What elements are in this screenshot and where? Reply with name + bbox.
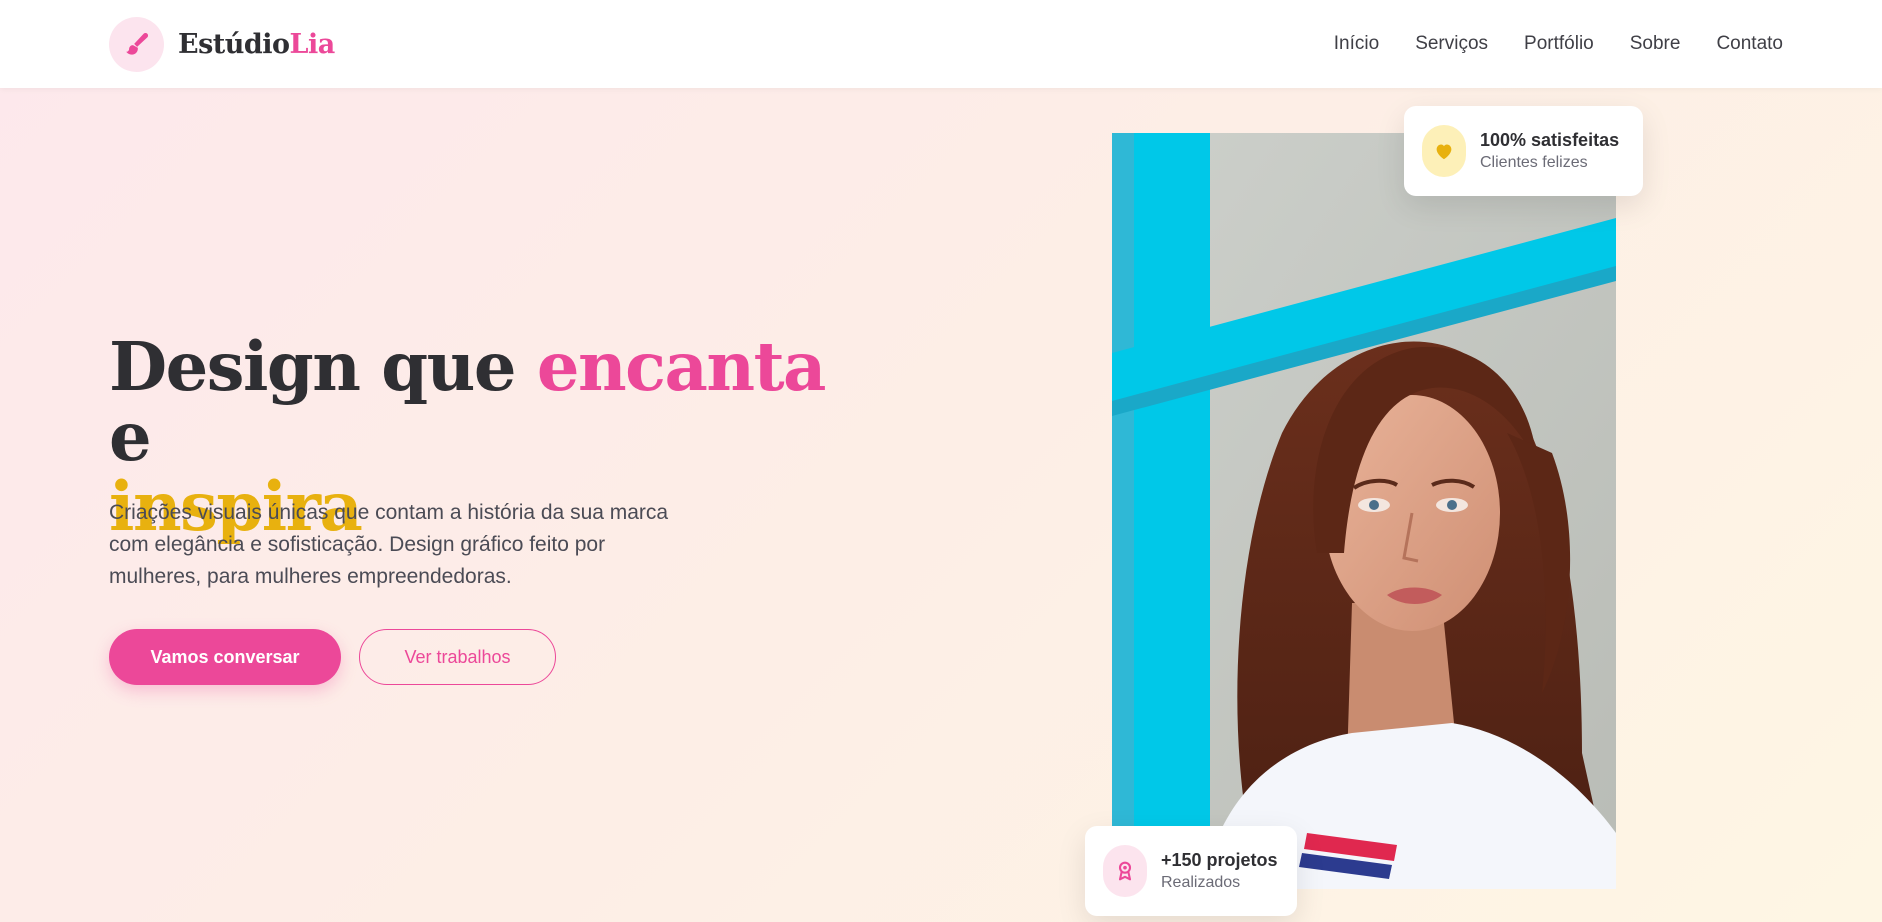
brand-logo[interactable]: EstúdioLia <box>109 16 335 72</box>
stat-card-satisfaction: 100% satisfeitas Clientes felizes <box>1404 106 1643 196</box>
heart-icon <box>1422 125 1466 177</box>
paintbrush-icon <box>109 16 164 72</box>
brand-name: EstúdioLia <box>178 28 335 60</box>
site-header: EstúdioLia Início Serviços Portfólio Sob… <box>0 0 1882 88</box>
view-work-button[interactable]: Ver trabalhos <box>359 629 556 685</box>
nav-link-contato[interactable]: Contato <box>1716 33 1783 55</box>
stat-title: +150 projetos <box>1161 850 1278 870</box>
stat-card-projects: +150 projetos Realizados <box>1085 826 1297 916</box>
nav-link-sobre[interactable]: Sobre <box>1630 33 1681 55</box>
stat-subtitle: Clientes felizes <box>1480 154 1588 171</box>
award-icon <box>1103 845 1147 897</box>
hero-description: Criações visuais únicas que contam a his… <box>109 501 669 588</box>
contact-button[interactable]: Vamos conversar <box>109 629 341 685</box>
nav-link-inicio[interactable]: Início <box>1334 33 1379 55</box>
nav-link-servicos[interactable]: Serviços <box>1415 33 1488 55</box>
hero-highlight-encanta: encanta <box>536 327 827 406</box>
stat-subtitle: Realizados <box>1161 874 1241 891</box>
main-nav: Início Serviços Portfólio Sobre Contato <box>1334 33 1783 55</box>
nav-link-portfolio[interactable]: Portfólio <box>1524 33 1594 55</box>
stat-title: 100% satisfeitas <box>1480 130 1620 150</box>
hero-photo <box>1112 133 1616 889</box>
